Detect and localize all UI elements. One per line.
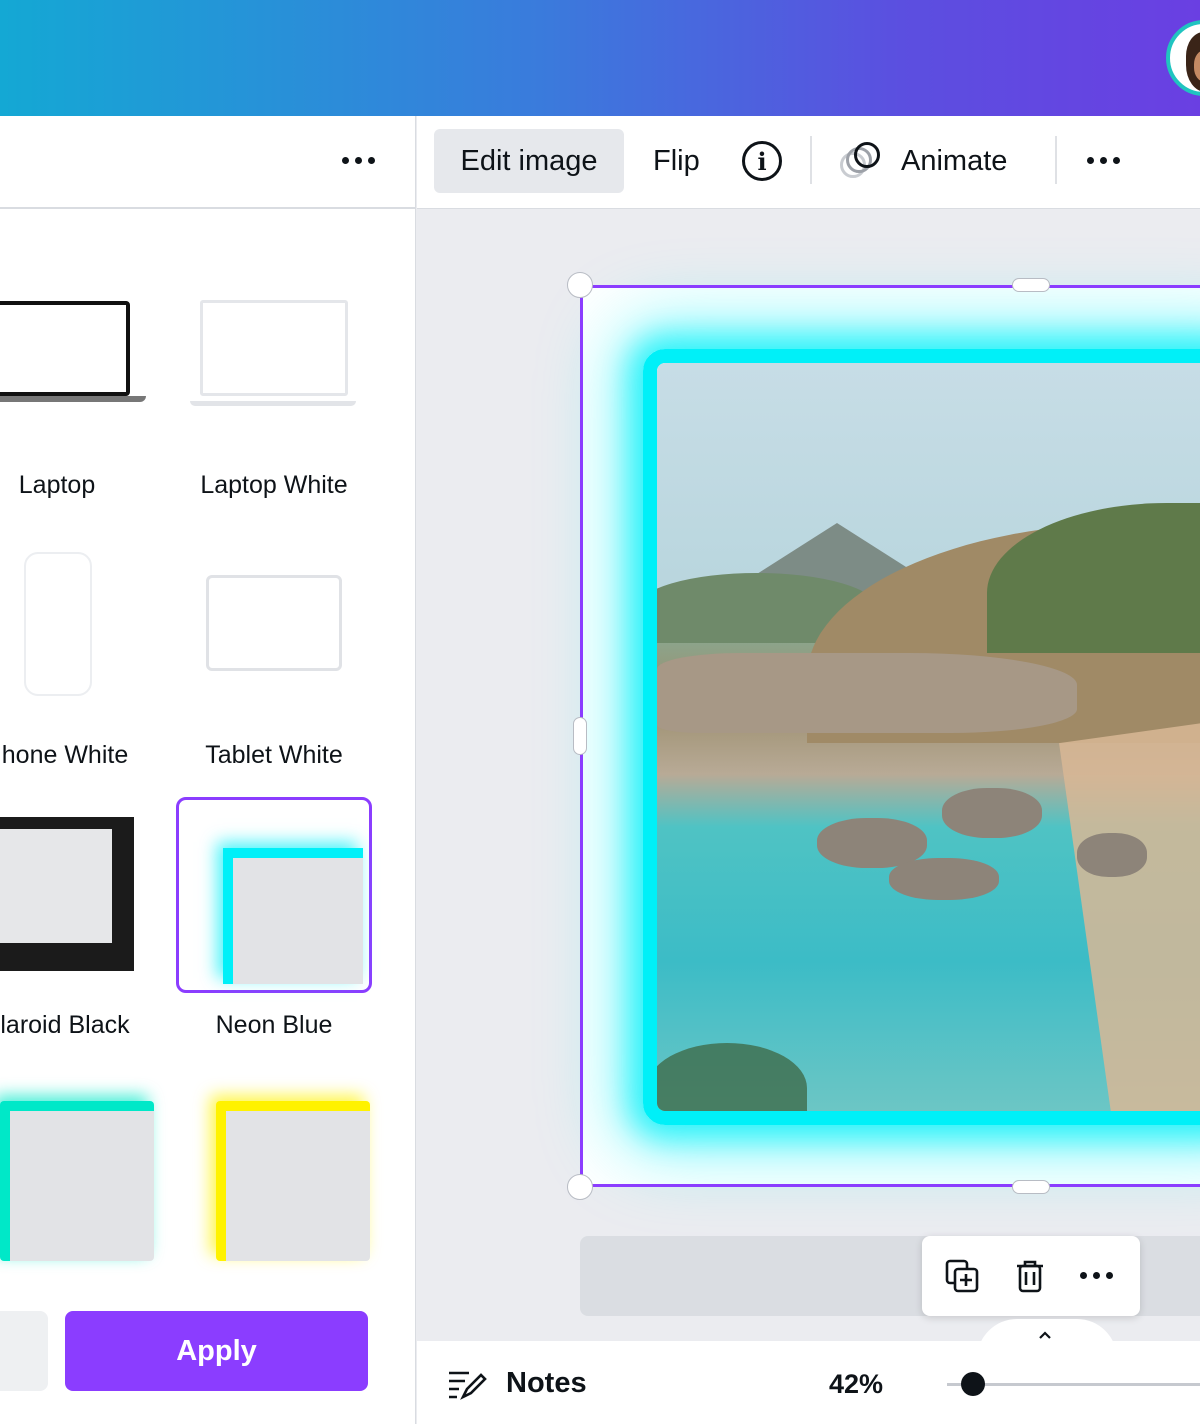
frame-label-laptop: Laptop bbox=[18, 471, 96, 499]
page-more-icon[interactable] bbox=[1080, 1272, 1113, 1279]
panel-header bbox=[0, 116, 415, 209]
animate-button[interactable]: Animate bbox=[901, 129, 1007, 193]
resize-handle-bottom-left[interactable] bbox=[567, 1174, 593, 1200]
page-context-menu bbox=[922, 1236, 1140, 1316]
toolbar-divider bbox=[810, 136, 812, 184]
frame-label-polaroid-black: laroid Black bbox=[0, 1011, 130, 1039]
resize-handle-left[interactable] bbox=[573, 717, 587, 755]
top-header bbox=[0, 0, 1200, 116]
beach-photo bbox=[657, 363, 1200, 1111]
frames-panel: Laptop Laptop White hone White Tablet Wh… bbox=[0, 116, 416, 1424]
panel-more-icon[interactable] bbox=[342, 157, 375, 164]
zoom-level[interactable]: 42% bbox=[829, 1369, 883, 1400]
frame-tile-neon-teal[interactable] bbox=[0, 1071, 170, 1261]
frame-label-neon-blue: Neon Blue bbox=[215, 1011, 333, 1039]
resize-handle-top[interactable] bbox=[1012, 278, 1050, 292]
toolbar-divider bbox=[1055, 136, 1057, 184]
edit-image-button[interactable]: Edit image bbox=[434, 129, 624, 193]
frame-tile-neon-blue[interactable] bbox=[176, 797, 372, 993]
design-canvas bbox=[417, 209, 1200, 1341]
resize-handle-bottom[interactable] bbox=[1012, 1180, 1050, 1194]
info-icon[interactable]: i bbox=[742, 141, 782, 181]
frame-tile-laptop-white[interactable] bbox=[176, 251, 372, 421]
avatar[interactable] bbox=[1166, 20, 1200, 96]
frame-tile-neon-yellow[interactable] bbox=[176, 1071, 372, 1261]
bottom-bar: Notes 42% bbox=[417, 1341, 1200, 1424]
notes-button[interactable]: Notes bbox=[506, 1367, 587, 1400]
frame-label-phone-white: hone White bbox=[1, 741, 129, 769]
chevron-up-icon[interactable] bbox=[1037, 1327, 1053, 1341]
frame-label-laptop-white: Laptop White bbox=[200, 471, 348, 499]
duplicate-icon[interactable] bbox=[944, 1258, 980, 1294]
frame-tile-tablet-white[interactable] bbox=[176, 528, 372, 718]
notes-icon[interactable] bbox=[447, 1367, 487, 1401]
toolbar-more-icon[interactable] bbox=[1087, 157, 1120, 164]
resize-handle-top-left[interactable] bbox=[567, 272, 593, 298]
editor-toolbar: Edit image Flip i Animate bbox=[417, 116, 1200, 209]
frame-label-tablet-white: Tablet White bbox=[205, 741, 343, 769]
neon-frame-image[interactable] bbox=[643, 349, 1200, 1125]
flip-button[interactable]: Flip bbox=[653, 129, 700, 193]
apply-button[interactable]: Apply bbox=[65, 1311, 368, 1391]
cancel-button[interactable] bbox=[0, 1311, 48, 1391]
frame-tile-polaroid-black[interactable] bbox=[0, 797, 170, 993]
frame-tile-laptop[interactable] bbox=[0, 251, 170, 421]
trash-icon[interactable] bbox=[1012, 1258, 1048, 1294]
frame-tile-phone-white[interactable] bbox=[0, 528, 170, 718]
animate-icon[interactable] bbox=[840, 140, 884, 184]
zoom-slider-thumb[interactable] bbox=[961, 1372, 985, 1396]
